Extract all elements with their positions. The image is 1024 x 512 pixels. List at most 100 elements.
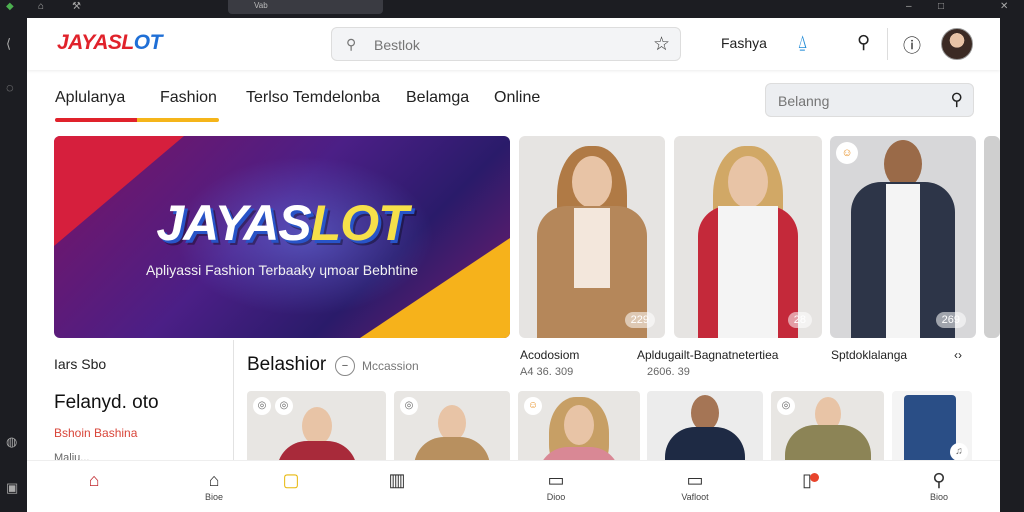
app-icon: ◆ (6, 1, 14, 12)
nav-chat[interactable]: ▢ (271, 469, 311, 492)
minimize-icon[interactable]: – (906, 1, 912, 12)
model-face (884, 140, 922, 188)
minus-icon[interactable]: − (335, 356, 355, 376)
panel-icon[interactable]: ▣ (6, 480, 18, 496)
info-tags[interactable]: Bshoin Bashina (54, 426, 137, 440)
info-line: Iars Sbo (54, 356, 107, 372)
app-window: JAYASLOT ⚲ ☆ Fashya ⍙ ⚲ ⓘ Aplulanya Fash… (27, 18, 1000, 512)
nav-search[interactable]: ⚲ Bioo (919, 469, 959, 502)
search-bar[interactable]: ⚲ ☆ (331, 27, 681, 61)
featured-card[interactable]: ☺ 269 (830, 136, 976, 338)
nav-bookmark[interactable]: ▯ (787, 469, 827, 492)
price-tag: 229 (624, 312, 655, 328)
card-title[interactable]: Sptdoklalanga (831, 348, 907, 362)
search-icon[interactable]: ⚲ (857, 32, 870, 53)
divider (887, 28, 888, 60)
logo[interactable]: JAYASLOT (57, 31, 162, 55)
model-shirt (886, 184, 920, 338)
house-icon: ⌂ (208, 470, 220, 490)
featured-card-peek[interactable] (984, 136, 1000, 338)
headphones-icon: ♫ (950, 443, 968, 461)
model-face (691, 395, 719, 431)
product-thumb[interactable]: ◎ (771, 391, 884, 471)
section-subtitle: Mccassion (362, 359, 419, 373)
nav-house[interactable]: ⌂ Bioe (194, 469, 234, 502)
featured-card[interactable]: 28 (674, 136, 822, 338)
favorite-icon[interactable]: ◎ (253, 397, 271, 415)
badge-icon: ☺ (836, 142, 858, 164)
nav-home[interactable]: ⌂ (74, 469, 114, 492)
info-icon[interactable]: ⓘ (903, 32, 921, 58)
product-thumb[interactable]: ♫ (892, 391, 972, 471)
flask-icon[interactable]: ⍙ (797, 32, 808, 53)
chat-icon: ▢ (282, 470, 300, 490)
tab-label: Vab (254, 1, 268, 10)
nav-wallet[interactable]: ▭ Vafloot (675, 469, 715, 502)
book-icon: ▥ (388, 470, 406, 490)
search-input[interactable] (374, 35, 634, 55)
banner-title: JAYASLOT (156, 195, 408, 251)
tray-icon: ▭ (547, 470, 565, 490)
tab-online[interactable]: Online (494, 89, 540, 107)
product-thumb[interactable]: ◎ ◎ (247, 391, 386, 471)
active-tab-indicator (55, 118, 219, 122)
user-label[interactable]: Fashya (721, 35, 767, 51)
maximize-icon[interactable]: □ (938, 1, 944, 12)
info-heading: Felanyd. oto (54, 392, 159, 413)
home-icon: ⌂ (88, 470, 100, 490)
search-icon[interactable]: ⚲ (951, 90, 963, 110)
model-shirt (574, 208, 610, 288)
header: JAYASLOT ⚲ ☆ Fashya ⍙ ⚲ ⓘ (27, 18, 1000, 70)
section-title: Belashior (247, 354, 327, 375)
search-icon: ⚲ (346, 36, 357, 52)
model-face (728, 156, 768, 208)
price-tag: 269 (935, 312, 966, 328)
tab-aplulanya[interactable]: Aplulanya (55, 89, 125, 107)
hero-banner[interactable]: JAYASLOT Apliyassi Fashion Terbaaky ɥmoa… (54, 136, 510, 338)
product-thumb[interactable] (647, 391, 763, 471)
favorite-icon[interactable]: ◎ (777, 397, 795, 415)
favorite-icon[interactable]: ◎ (400, 397, 418, 415)
model-face (572, 156, 612, 208)
avatar[interactable] (941, 28, 973, 60)
product-thumb[interactable]: ◎ (394, 391, 510, 471)
close-icon[interactable]: ✕ (1000, 1, 1008, 12)
price-tag: 28 (787, 312, 812, 328)
nav-search[interactable]: ⚲ (765, 83, 974, 117)
product-thumb[interactable]: ☺ (518, 391, 640, 471)
bottom-nav: ⌂ ⌂ Bioe ▢ ▥ ▭ Dioo ▭ Vafloot ▯ ⚲ Bioo (27, 460, 1000, 512)
category-nav: Aplulanya Fashion Terlso Temdelonba Bela… (27, 70, 1000, 130)
tab-fashion[interactable]: Fashion (160, 89, 217, 107)
browser-tab[interactable]: Vab (228, 0, 383, 14)
bookmark-icon: ▯ (802, 470, 812, 490)
chat-bubble-icon[interactable]: ◌ (6, 80, 14, 95)
card-title[interactable]: Acodosiom (520, 348, 579, 362)
featured-card[interactable]: 229 (519, 136, 665, 338)
divider (233, 340, 234, 460)
tools-icon[interactable]: ⚒ (72, 1, 81, 12)
tab-belamga[interactable]: Belamga (406, 89, 469, 107)
nav-tray[interactable]: ▭ Dioo (536, 469, 576, 502)
favorite-icon[interactable]: ◎ (275, 397, 293, 415)
model-face (564, 405, 594, 445)
model-face (438, 405, 466, 441)
nav-label: Vafloot (681, 492, 709, 502)
star-icon[interactable]: ☆ (653, 33, 670, 56)
back-icon[interactable]: ⟨ (6, 36, 11, 52)
bubble-icon[interactable]: ◍ (6, 434, 17, 450)
tab-terlso[interactable]: Terlso Temdelonba (246, 89, 380, 107)
os-title-bar: ◆ ⌂ ⚒ Vab – □ ✕ (0, 0, 1024, 18)
card-title[interactable]: Apldugailt-Bagnatnetertiea (637, 348, 778, 362)
card-subtitle: 2606. 39 (647, 366, 690, 378)
model-face (301, 407, 332, 445)
wallet-icon: ▭ (686, 470, 704, 490)
os-left-rail: ⟨ ◌ ◍ ▣ (0, 18, 27, 512)
nav-search-input[interactable] (778, 91, 938, 111)
left-info-panel: Iars Sbo Felanyd. oto Bshoin Bashina Mal… (27, 340, 233, 464)
nav-label: Bioe (204, 492, 223, 502)
nav-book[interactable]: ▥ (377, 469, 417, 492)
home-icon[interactable]: ⌂ (38, 1, 44, 12)
model-shirt (718, 206, 778, 338)
more-icon[interactable]: ‹› (954, 348, 962, 362)
nav-label: Bioo (929, 492, 948, 502)
